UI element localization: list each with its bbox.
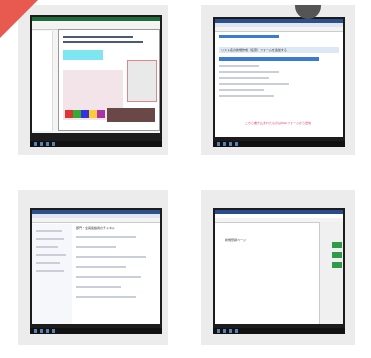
doc-text: 新規登録ページ	[225, 238, 246, 242]
chat-app-window: 部門・全員連絡用のチャネル	[32, 210, 160, 324]
browser-window: リスト名の新規作成（任意）フォームを追加する こちら書き込まれたものはWebフォ…	[215, 19, 343, 137]
cyan-panel	[63, 50, 103, 60]
desktop-screenshot: 部門・全員連絡用のチャネル	[30, 208, 162, 334]
taskbar	[30, 141, 162, 147]
note-box	[127, 60, 157, 102]
desktop-screenshot: 新規登録ページ	[213, 208, 345, 334]
color-swatches	[65, 110, 105, 118]
dialog-panel	[58, 29, 160, 131]
spreadsheet-window	[32, 17, 160, 133]
screenshot-card-top-right: リスト名の新規作成（任意）フォームを追加する こちら書き込まれたものはWebフォ…	[201, 5, 355, 155]
taskbar	[213, 328, 345, 334]
channel-header: 部門・全員連絡用のチャネル	[76, 226, 115, 230]
desktop-screenshot	[30, 15, 162, 147]
screenshot-card-top-left	[18, 5, 168, 155]
dark-notice	[107, 108, 155, 122]
form-banner: こちら書き込まれたものはWebフォームから送信	[245, 121, 312, 125]
taskbar	[30, 328, 162, 334]
spreadsheet-grid	[32, 31, 53, 131]
taskbar	[213, 141, 345, 147]
right-panel	[319, 222, 343, 324]
screenshot-card-bottom-left: 部門・全員連絡用のチャネル	[18, 190, 168, 345]
desktop-screenshot: リスト名の新規作成（任意）フォームを追加する こちら書き込まれたものはWebフォ…	[213, 17, 345, 147]
channel-list	[32, 224, 72, 324]
screenshot-card-bottom-right: 新規登録ページ	[201, 190, 355, 345]
overlay-arrow	[0, 0, 38, 38]
document-window: 新規登録ページ	[215, 210, 343, 324]
form-title: リスト名の新規作成（任意）フォームを追加する	[221, 48, 287, 52]
